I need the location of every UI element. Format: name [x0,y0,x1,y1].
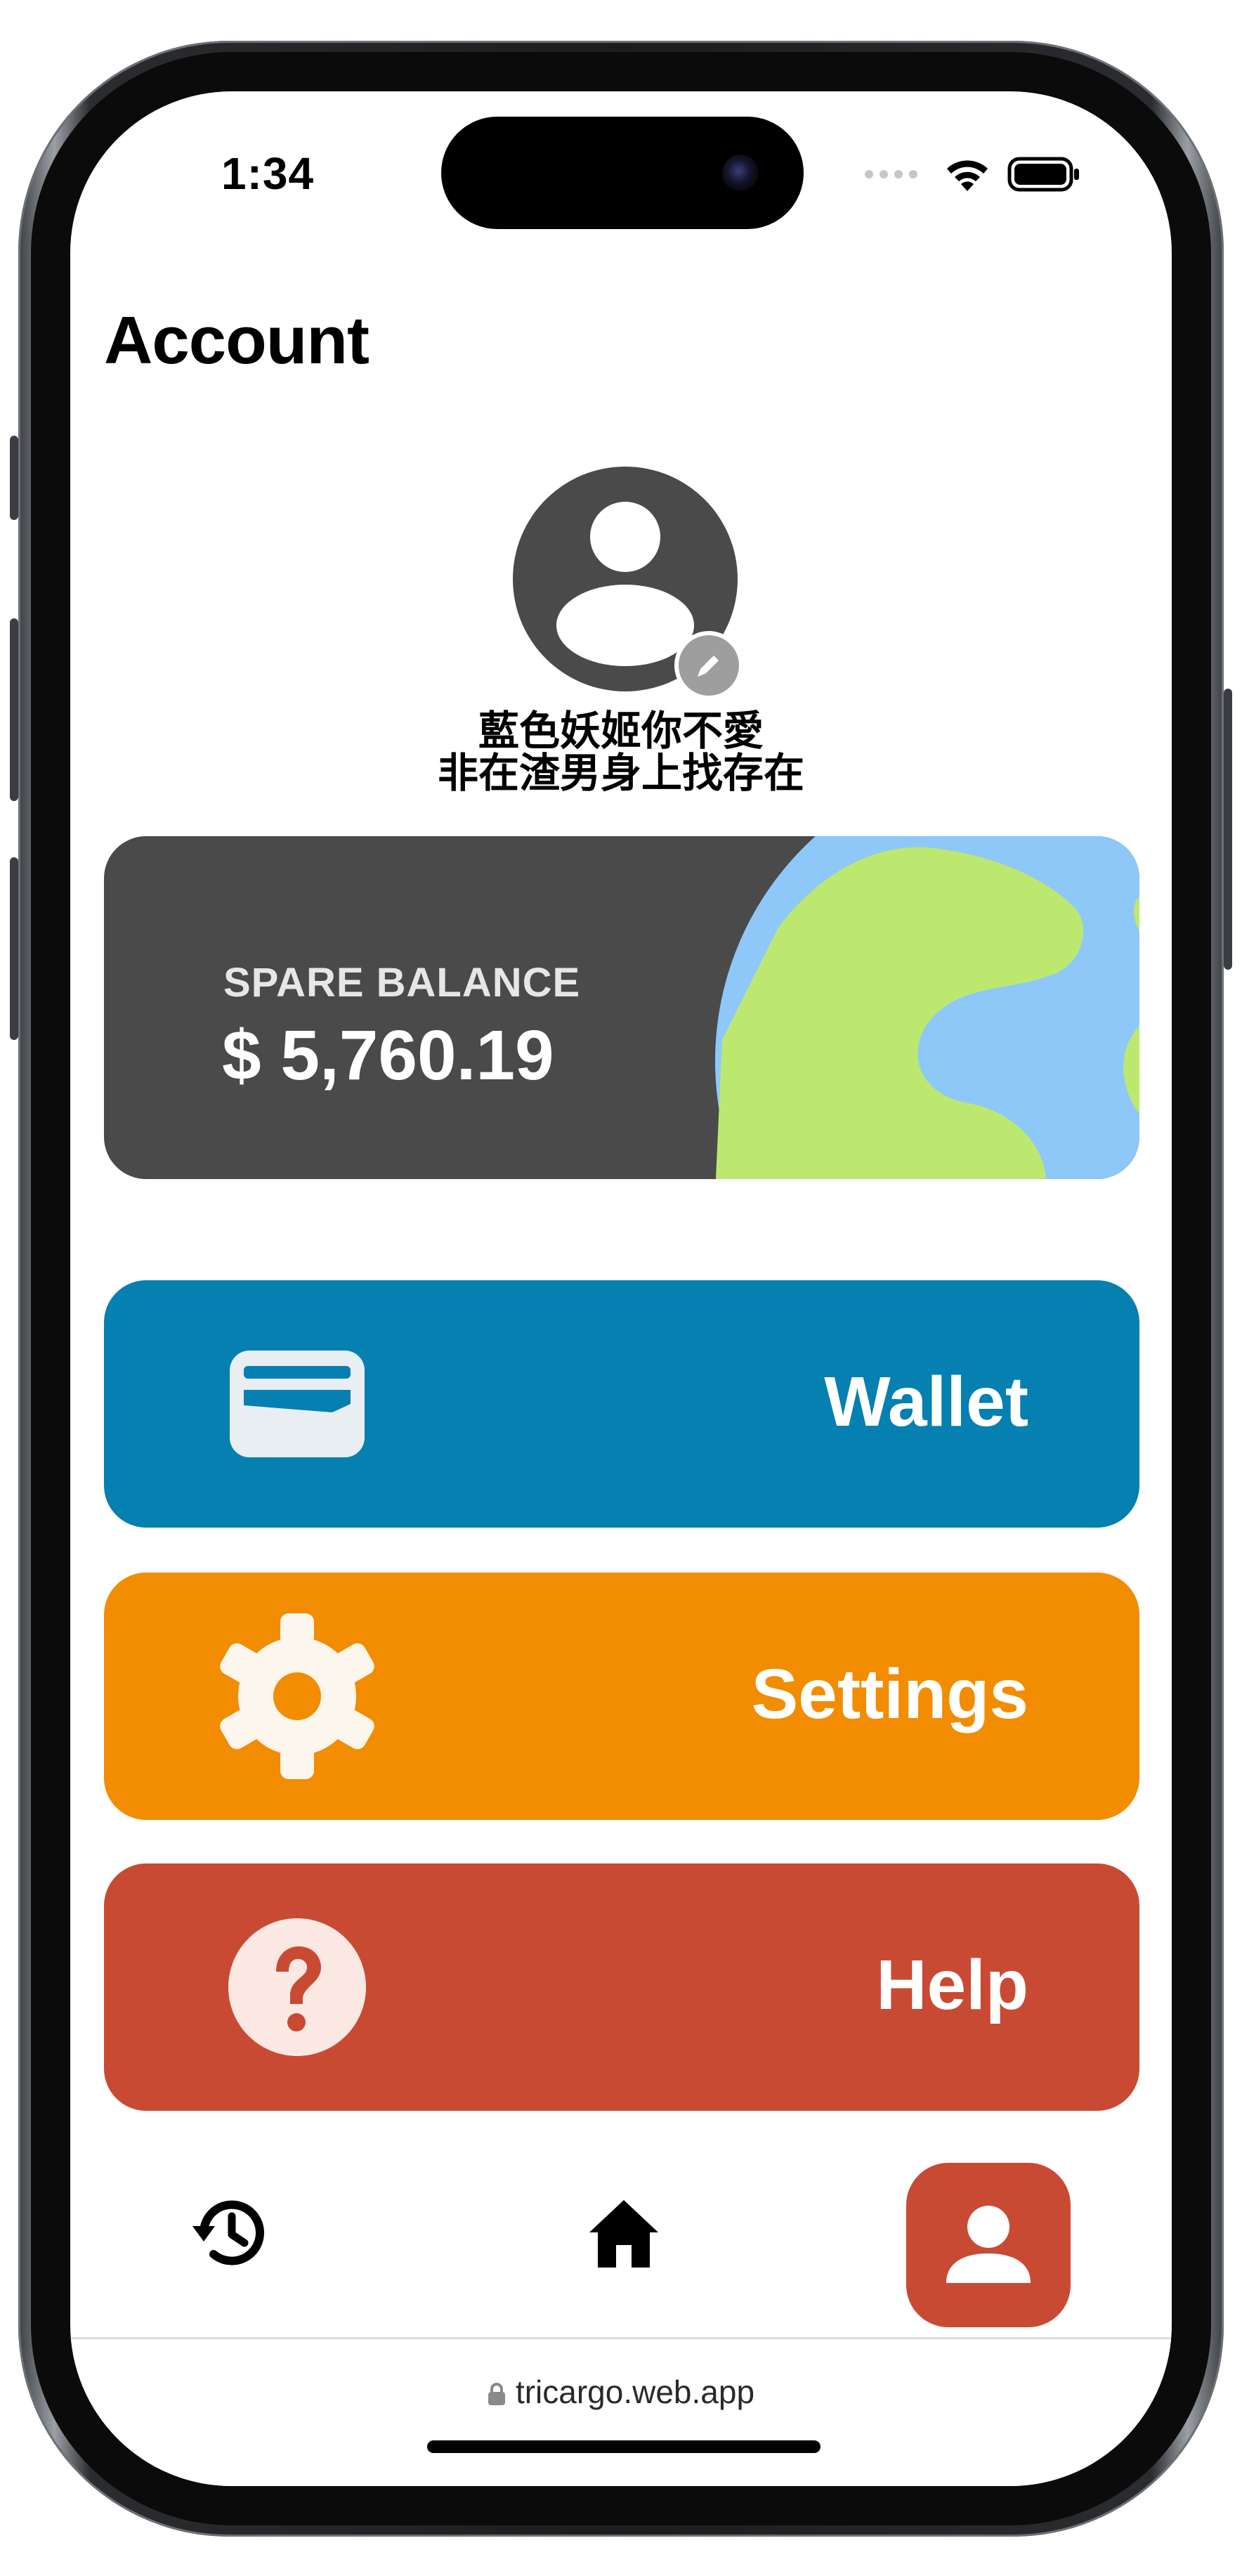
balance-card: SPARE BALANCE $ 5,760.19 [104,836,1139,1179]
help-button[interactable]: Help [104,1863,1139,2111]
pencil-icon [698,656,719,677]
balance-value: $ 5,760.19 [222,1016,554,1095]
dynamic-island [441,117,804,229]
settings-button[interactable]: Settings [104,1573,1139,1820]
settings-label: Settings [751,1655,1028,1733]
user-name-line2: 非在渣男身上找存在 [437,749,804,797]
account-icon [946,2206,1031,2283]
battery-icon [1007,157,1079,192]
balance-label: SPARE BALANCE [223,960,581,1006]
help-label: Help [876,1946,1028,2024]
history-icon [192,2200,264,2265]
help-icon [228,1918,366,2056]
url-text: tricargo.web.app [515,2374,755,2410]
signal-icon [865,170,917,178]
home-indicator[interactable] [427,2440,821,2453]
side-button [1224,689,1232,970]
wallet-icon [230,1351,365,1457]
camera-icon [722,155,759,191]
side-button [10,618,18,801]
bottom-nav [70,2140,1172,2337]
wallet-label: Wallet [824,1362,1028,1441]
nav-account-button[interactable] [906,2163,1071,2327]
lock-icon [488,2383,505,2405]
gear-icon [220,1613,374,1779]
home-icon [589,2200,658,2268]
wifi-icon [947,160,988,191]
status-icons [865,156,1080,193]
side-button [10,857,18,1040]
url-display[interactable]: tricargo.web.app [70,2373,1172,2411]
screen: 1:34 Account 藍色妖姬你不愛 非在渣男身上找存在 SPARE BAL… [70,91,1172,2486]
nav-home-button[interactable] [568,2177,680,2289]
nav-history-button[interactable] [174,2177,287,2289]
gear-icon-wrap [209,1613,385,1779]
page-title: Account [104,303,370,378]
user-name-line1: 藍色妖姬你不愛 [478,707,764,755]
browser-url-bar[interactable]: tricargo.web.app [70,2337,1172,2486]
side-button [10,436,18,520]
globe-icon [715,836,1139,1179]
help-icon-wrap [209,1918,385,2056]
wallet-icon-wrap [209,1336,385,1471]
wallet-button[interactable]: Wallet [104,1280,1139,1528]
status-time: 1:34 [221,148,315,199]
edit-avatar-button[interactable] [674,631,743,700]
